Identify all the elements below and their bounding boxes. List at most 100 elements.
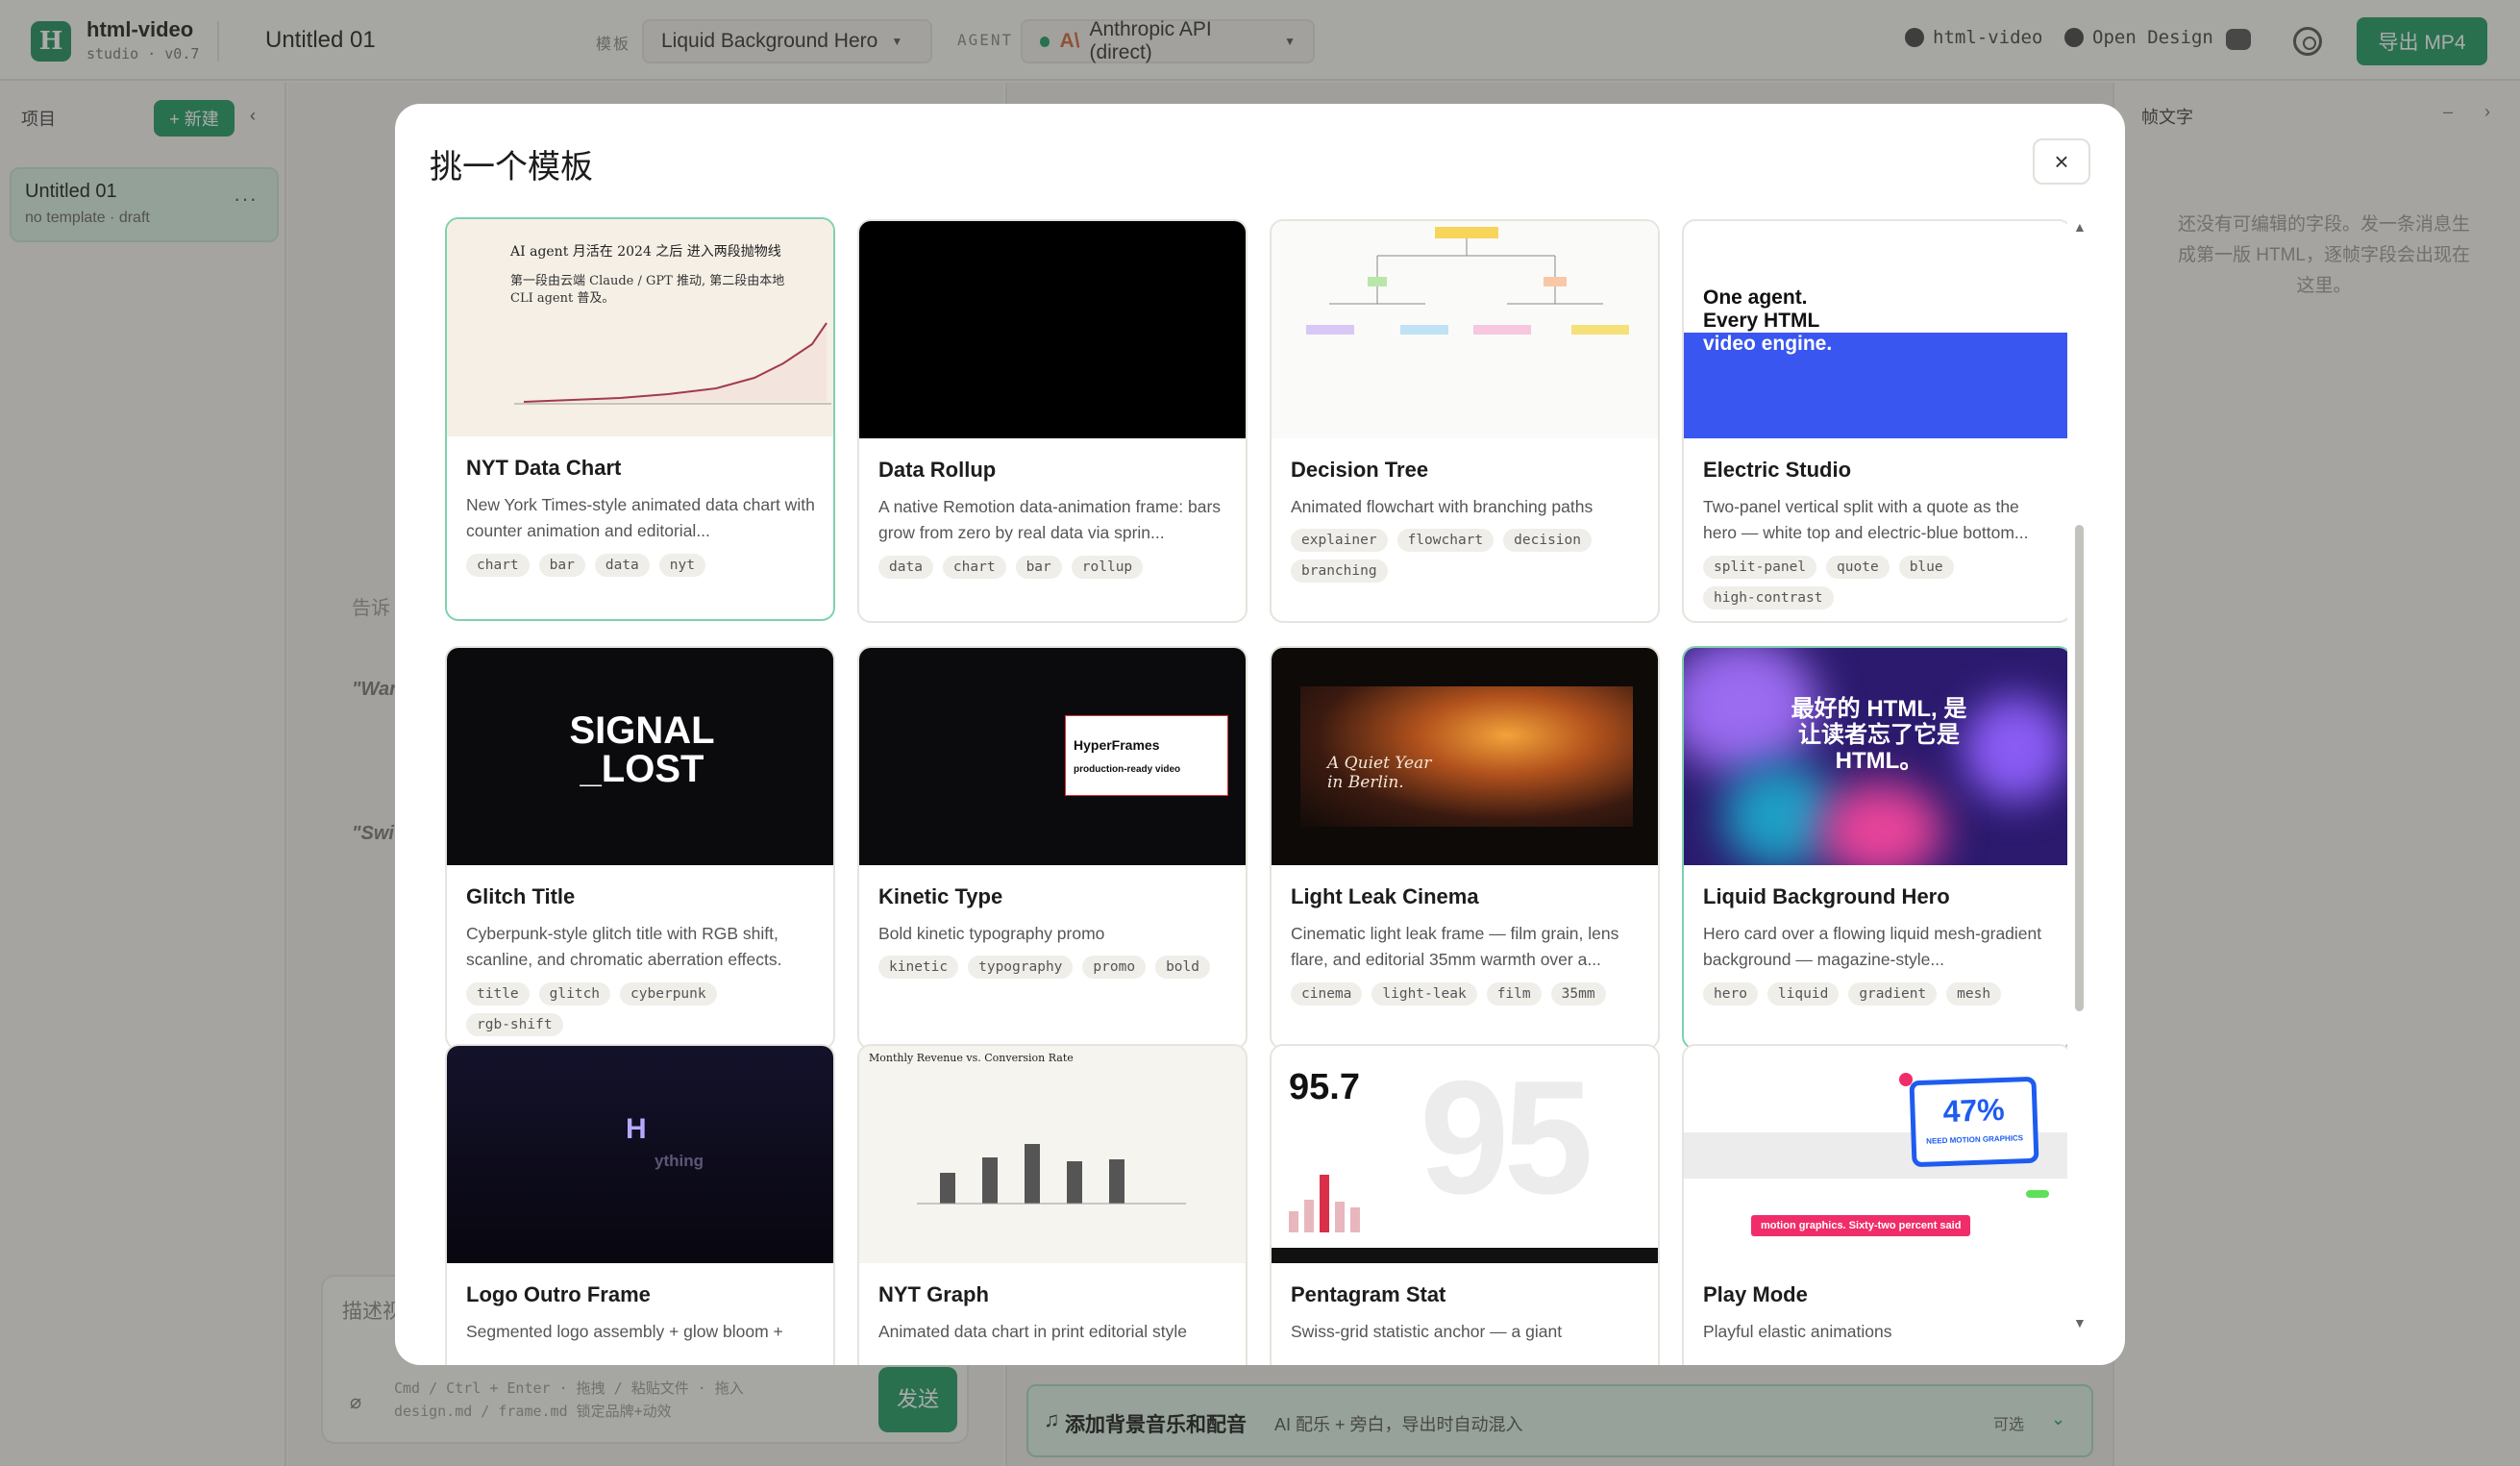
modal-title: 挑一个模板 [430, 149, 593, 186]
template-thumbnail: Monthly Revenue vs. Conversion Rate [859, 1046, 1246, 1263]
template-thumbnail: H ything [447, 1046, 833, 1263]
template-thumbnail: 47% NEED MOTION GRAPHICS motion graphics… [1684, 1046, 2067, 1263]
template-name: Light Leak Cinema [1291, 884, 1479, 908]
template-thumbnail: HyperFrames production-ready video [859, 648, 1246, 865]
thumb-line: in Berlin. [1327, 773, 1404, 792]
tag: promo [1082, 956, 1147, 979]
thumb-line: 让读者忘了它是 [1798, 722, 1960, 748]
template-desc: Swiss-grid statistic anchor — a giant [1291, 1322, 1563, 1341]
thumb-line: HTML。 [1835, 748, 1923, 774]
template-name: Glitch Title [466, 884, 576, 908]
template-desc: New York Times-style animated data chart… [466, 495, 815, 540]
thumb-blob [1818, 783, 1943, 865]
template-name: Decision Tree [1291, 458, 1429, 482]
template-card-pentagram-stat[interactable]: 95 95.7 Pentagram Stat Swiss-grid statis… [1270, 1044, 1660, 1365]
thumb-line: production-ready video [1074, 764, 1181, 775]
tag: title [466, 982, 530, 1006]
tag: film [1486, 982, 1542, 1006]
template-name: Liquid Background Hero [1703, 884, 1950, 908]
template-card-electric-studio[interactable]: One agent. Every HTML video engine. Elec… [1682, 219, 2067, 623]
template-desc: Segmented logo assembly + glow bloom + [466, 1322, 783, 1341]
thumb-stat-card: 47% NEED MOTION GRAPHICS [1909, 1076, 2039, 1168]
tag-list: data chart bar rollup [878, 556, 1234, 579]
template-desc: Playful elastic animations [1703, 1322, 1892, 1341]
thumb-line: HyperFrames [1074, 737, 1160, 753]
tag: split-panel [1703, 556, 1817, 579]
scroll-down-icon[interactable]: ▼ [2073, 1315, 2087, 1330]
template-card-glitch-title[interactable]: SIGNAL _LOST Glitch Title Cyberpunk-styl… [445, 646, 835, 1050]
template-desc: Cyberpunk-style glitch title with RGB sh… [466, 924, 782, 969]
close-icon[interactable]: × [2033, 138, 2090, 185]
tag: cyberpunk [620, 982, 717, 1006]
tag: blue [1898, 556, 1954, 579]
tag: quote [1826, 556, 1890, 579]
template-thumbnail: A Quiet Year in Berlin. [1272, 648, 1658, 865]
template-card-nyt-graph[interactable]: Monthly Revenue vs. Conversion Rate NYT … [857, 1044, 1248, 1365]
thumb-chart [514, 322, 831, 405]
thumb-tree [1306, 227, 1629, 335]
tag: branching [1291, 559, 1388, 583]
template-card-logo-outro-frame[interactable]: H ything Logo Outro Frame Segmented logo… [445, 1044, 835, 1365]
thumb-logo-mark: H [626, 1113, 647, 1145]
tag: typography [968, 956, 1074, 979]
thumb-line: Every HTML [1703, 310, 1820, 332]
tag: bar [538, 554, 585, 577]
tag: decision [1503, 529, 1592, 552]
template-card-data-rollup[interactable]: Data Rollup A native Remotion data-anima… [857, 219, 1248, 623]
template-name: Pentagram Stat [1291, 1282, 1446, 1306]
template-desc: A native Remotion data-animation frame: … [878, 497, 1222, 542]
thumb-card: HyperFrames production-ready video [1065, 715, 1228, 796]
template-card-liquid-background-hero[interactable]: 最好的 HTML, 是 让读者忘了它是 HTML。 Liquid Backgro… [1682, 646, 2067, 1050]
tag-list: hero liquid gradient mesh [1703, 982, 2059, 1006]
template-name: Play Mode [1703, 1282, 1808, 1306]
tag: chart [942, 556, 1006, 579]
template-name: Logo Outro Frame [466, 1282, 651, 1306]
tag: rollup [1071, 556, 1144, 579]
template-name: Kinetic Type [878, 884, 1003, 908]
scroll-up-icon[interactable]: ▲ [2073, 219, 2087, 235]
tag: bold [1155, 956, 1210, 979]
tag-list: kinetic typography promo bold [878, 956, 1234, 979]
thumb-line: One agent. [1703, 286, 1808, 309]
template-picker-modal: 挑一个模板 × AI agent 月活在 2024 之后 进入两段抛物线 第一段… [395, 104, 2125, 1365]
tag: bar [1015, 556, 1062, 579]
tag: hero [1703, 982, 1758, 1006]
tag: nyt [658, 554, 705, 577]
thumb-value: 47% [1941, 1091, 2006, 1130]
template-desc: Animated data chart in print editorial s… [878, 1322, 1187, 1341]
tag-list: title glitch cyberpunk rgb-shift [466, 982, 822, 1036]
template-name: NYT Graph [878, 1282, 989, 1306]
thumb-label: NEED MOTION GRAPHICS [1926, 1133, 2024, 1146]
thumb-blob [1722, 763, 1838, 865]
thumb-word: ything [655, 1152, 704, 1170]
scrollbar[interactable]: ▲ ▼ [2073, 219, 2087, 1334]
template-name: Electric Studio [1703, 458, 1852, 482]
tag: cinema [1291, 982, 1363, 1006]
template-card-nyt-data-chart[interactable]: AI agent 月活在 2024 之后 进入两段抛物线 第一段由云端 Clau… [445, 217, 835, 621]
thumb-line: A Quiet Year [1327, 754, 1432, 773]
template-card-decision-tree[interactable]: Decision Tree Animated flowchart with br… [1270, 219, 1660, 623]
thumb-line: SIGNAL [569, 709, 715, 752]
tag-list: split-panel quote blue high-contrast [1703, 556, 2059, 609]
template-name: NYT Data Chart [466, 456, 622, 480]
template-card-kinetic-type[interactable]: HyperFrames production-ready video Kinet… [857, 646, 1248, 1050]
template-card-light-leak-cinema[interactable]: A Quiet Year in Berlin. Light Leak Cinem… [1270, 646, 1660, 1050]
template-card-play-mode[interactable]: 47% NEED MOTION GRAPHICS motion graphics… [1682, 1044, 2067, 1365]
tag-list: explainer flowchart decision branching [1291, 529, 1646, 583]
tag: liquid [1766, 982, 1840, 1006]
template-grid: AI agent 月活在 2024 之后 进入两段抛物线 第一段由云端 Clau… [433, 211, 2067, 1365]
tag: gradient [1848, 982, 1938, 1006]
tag-list: chart bar data nyt [466, 554, 822, 577]
tag-list: cinema light-leak film 35mm [1291, 982, 1646, 1006]
tag: chart [466, 554, 530, 577]
thumb-banner: motion graphics. Sixty-two percent said [1751, 1215, 1971, 1236]
scroll-thumb[interactable] [2075, 525, 2084, 1011]
tag: data [878, 556, 933, 579]
template-desc: Hero card over a flowing liquid mesh-gra… [1703, 924, 2042, 969]
template-thumbnail: SIGNAL _LOST [447, 648, 833, 865]
tag: glitch [538, 982, 611, 1006]
template-desc: Cinematic light leak frame — film grain,… [1291, 924, 1619, 969]
app-root: H html-video studio · v0.7 Untitled 01 模… [0, 0, 2520, 1466]
template-thumbnail [859, 221, 1246, 438]
tag: 35mm [1550, 982, 1606, 1006]
